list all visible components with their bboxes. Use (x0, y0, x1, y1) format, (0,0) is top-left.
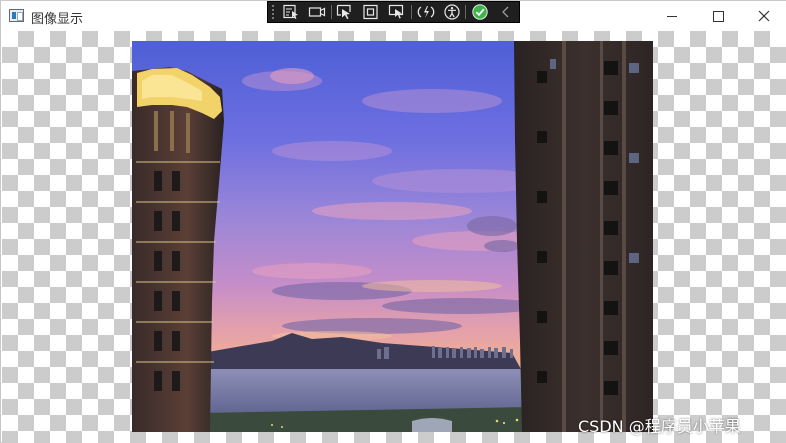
frame-icon (363, 4, 378, 20)
toolbar-separator (410, 5, 412, 19)
record-button[interactable] (304, 2, 330, 22)
toolbar-separator (465, 5, 467, 19)
app-icon (9, 9, 24, 22)
select-region-icon (283, 4, 298, 19)
window-title: 图像显示 (31, 12, 84, 27)
collapse-chevron-icon (502, 6, 509, 18)
toolbar-separator (330, 5, 332, 19)
sunset-photo (132, 41, 653, 432)
validation-button[interactable] (467, 2, 493, 22)
maximize-button[interactable] (695, 1, 741, 31)
camera-icon (308, 7, 325, 17)
pointer-select-button[interactable] (333, 2, 359, 22)
watermark: CSDN @程序员小苹果 (578, 417, 741, 436)
collapse-toolbar-button[interactable] (493, 2, 519, 22)
accessibility-icon (443, 4, 460, 20)
pointer-select-icon (337, 4, 351, 19)
debug-toolbar (267, 1, 520, 23)
frame-button[interactable] (358, 2, 384, 22)
select-region-button[interactable] (278, 2, 304, 22)
hot-reload-icon (417, 6, 435, 18)
displayed-image (132, 41, 653, 432)
pointer-frame-icon (388, 4, 404, 19)
close-icon (758, 10, 770, 22)
accessibility-button[interactable] (439, 2, 465, 22)
check-circle-icon (472, 4, 489, 20)
close-button[interactable] (741, 1, 786, 31)
toolbar-grip[interactable] (268, 1, 278, 23)
hot-reload-button[interactable] (413, 2, 439, 22)
minimize-button[interactable] (649, 1, 695, 31)
pointer-frame-button[interactable] (384, 2, 410, 22)
